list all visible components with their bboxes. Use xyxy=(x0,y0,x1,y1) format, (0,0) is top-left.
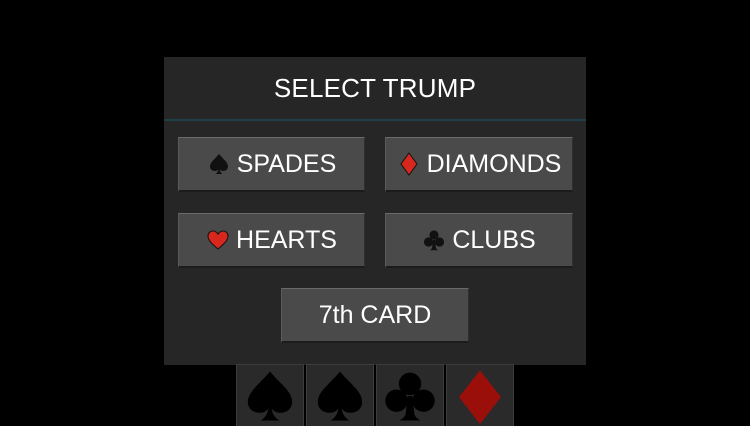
hand-card[interactable] xyxy=(236,364,304,426)
spade-icon xyxy=(317,371,363,421)
spades-button[interactable]: SPADES xyxy=(178,137,365,192)
hand-card[interactable] xyxy=(306,364,374,426)
hand-card[interactable] xyxy=(446,364,514,426)
clubs-button[interactable]: CLUBS xyxy=(385,213,573,268)
heart-icon xyxy=(206,228,230,252)
spade-icon xyxy=(247,371,293,421)
seventh-card-button[interactable]: 7th CARD xyxy=(281,288,469,343)
club-icon xyxy=(385,372,435,421)
hearts-button-label: HEARTS xyxy=(236,225,337,254)
diamonds-button-label: DIAMONDS xyxy=(426,149,562,178)
club-icon xyxy=(422,228,446,252)
player-hand xyxy=(235,364,515,426)
spades-button-label: SPADES xyxy=(236,149,337,178)
seventh-card-button-label: 7th CARD xyxy=(318,300,432,329)
spade-icon xyxy=(207,152,231,176)
clubs-button-label: CLUBS xyxy=(452,225,536,254)
diamond-icon xyxy=(459,370,501,424)
diamonds-button[interactable]: DIAMONDS xyxy=(385,137,573,192)
hand-card[interactable] xyxy=(376,364,444,426)
hearts-button[interactable]: HEARTS xyxy=(178,213,365,268)
diamond-icon xyxy=(397,152,421,176)
select-trump-dialog: SELECT TRUMP SPADES DIAMONDS HEARTS CLUB… xyxy=(164,57,586,365)
dialog-title: SELECT TRUMP xyxy=(164,57,586,121)
